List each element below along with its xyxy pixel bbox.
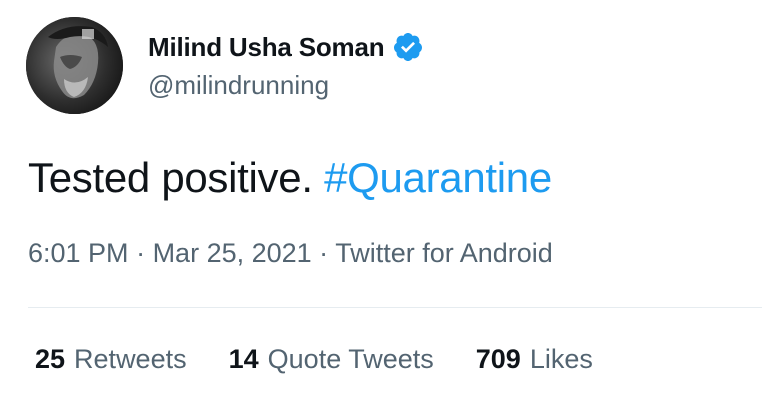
tweet-source[interactable]: Twitter for Android [335,238,553,268]
retweets-stat[interactable]: 25 Retweets [35,344,187,375]
divider [28,307,762,308]
retweets-count: 25 [35,344,66,374]
author-handle[interactable]: @milindrunning [148,70,329,101]
author-name-row: Milind Usha Soman [148,30,424,64]
meta-separator: · [128,238,153,268]
likes-label: Likes [529,344,593,374]
avatar-photo-icon [26,17,123,114]
tweet-card: Milind Usha Soman @milindrunning Tested … [0,0,762,408]
tweet-date[interactable]: Mar 25, 2021 [153,238,312,268]
likes-stat[interactable]: 709 Likes [476,344,593,375]
tweet-time[interactable]: 6:01 PM [28,238,129,268]
avatar[interactable] [26,17,123,114]
tweet-body-text: Tested positive. [28,154,325,201]
verified-badge-icon [394,33,423,61]
quote-tweets-stat[interactable]: 14 Quote Tweets [229,344,434,375]
likes-count: 709 [475,344,521,374]
tweet-metadata: 6:01 PM · Mar 25, 2021 · Twitter for And… [28,238,553,269]
engagement-stats: 25 Retweets 14 Quote Tweets 709 Likes [35,344,635,375]
meta-separator: · [311,238,336,268]
retweets-label: Retweets [74,344,187,374]
quote-tweets-label: Quote Tweets [267,344,434,374]
author-display-name[interactable]: Milind Usha Soman [148,32,385,63]
tweet-text: Tested positive. #Quarantine [28,150,552,206]
hashtag-link[interactable]: #Quarantine [324,154,552,201]
quote-tweets-count: 14 [228,344,259,374]
